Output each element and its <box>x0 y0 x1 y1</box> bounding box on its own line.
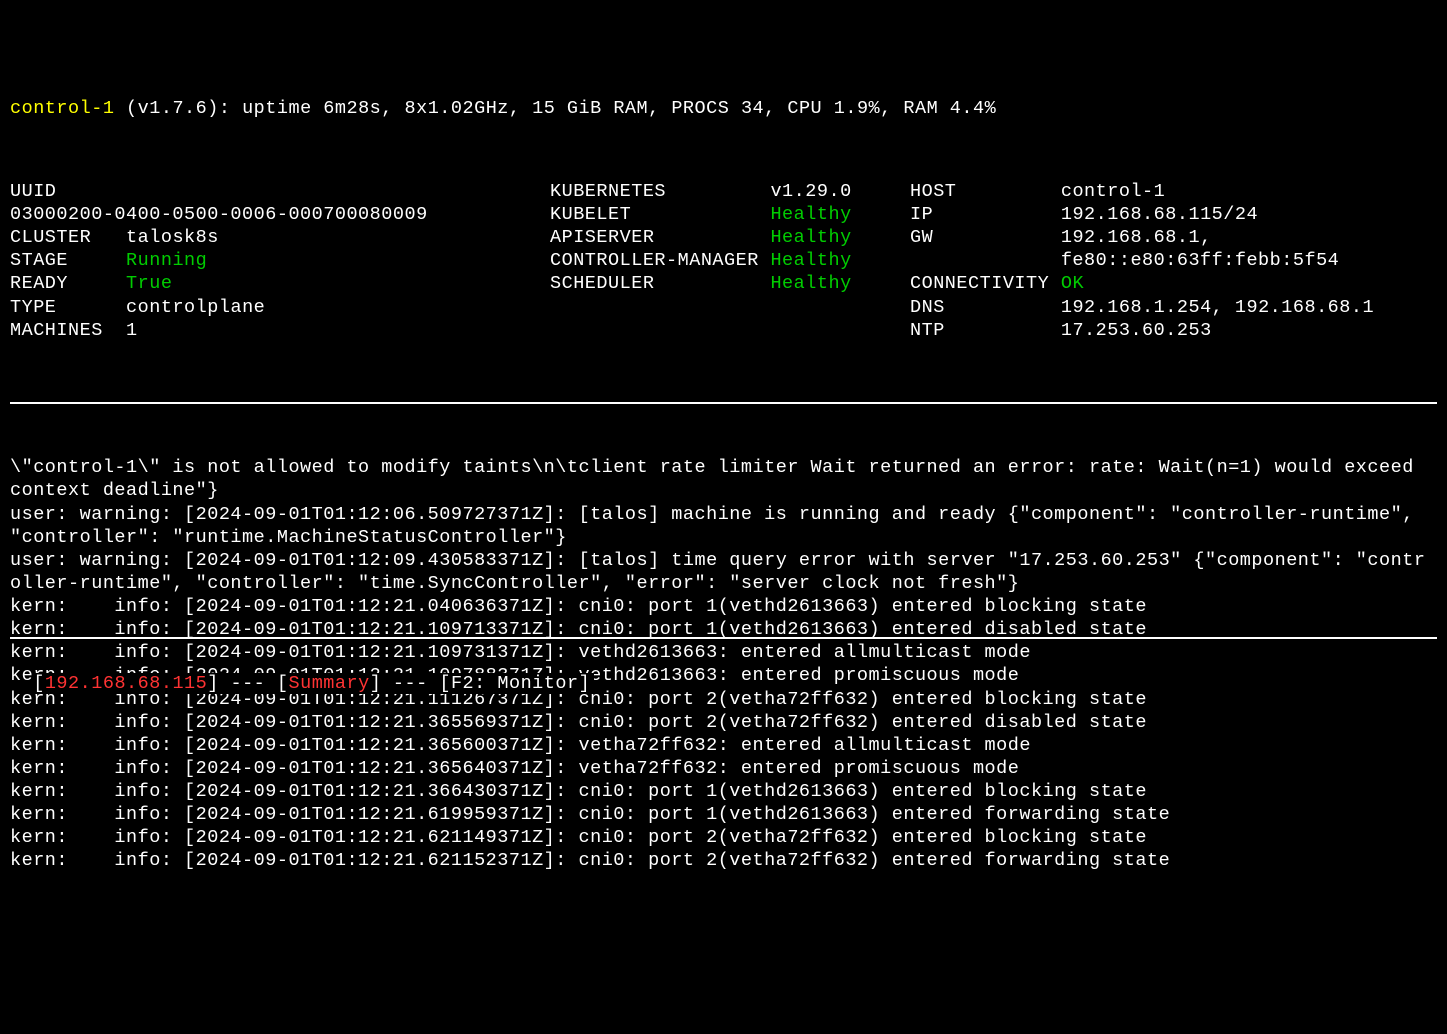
log-line: \"control-1\" is not allowed to modify t… <box>10 457 1425 501</box>
bracket-close: ] <box>579 673 591 694</box>
log-line: kern: info: [2024-09-01T01:12:21.6199593… <box>10 804 1170 825</box>
dns-label: DNS <box>910 297 945 318</box>
gw2-value: fe80::e80:63ff:febb:5f54 <box>1061 250 1339 271</box>
statusbar-ip: 192.168.68.115 <box>45 673 207 694</box>
cluster-value: talosk8s <box>126 227 219 248</box>
tab-summary[interactable]: Summary <box>289 673 370 694</box>
apiserver-label: APISERVER <box>550 227 654 248</box>
scheduler-value: Healthy <box>770 273 851 294</box>
machines-label: MACHINES <box>10 320 103 341</box>
log-line: kern: info: [2024-09-01T01:12:21.6211523… <box>10 850 1170 871</box>
ntp-label: NTP <box>910 320 945 341</box>
divider-line <box>10 402 1437 404</box>
bracket-open: [ <box>439 673 451 694</box>
log-line: kern: info: [2024-09-01T01:12:21.3664303… <box>10 781 1147 802</box>
kubelet-value: Healthy <box>770 204 851 225</box>
gw-value: 192.168.68.1, <box>1061 227 1212 248</box>
conn-label: CONNECTIVITY <box>910 273 1049 294</box>
header-line: control-1 (v1.7.6): uptime 6m28s, 8x1.02… <box>10 97 1437 120</box>
bracket-open: [ <box>277 673 289 694</box>
apiserver-value: Healthy <box>770 227 851 248</box>
stage-label: STAGE <box>10 250 68 271</box>
ip-label: IP <box>910 204 933 225</box>
conn-value: OK <box>1061 273 1084 294</box>
log-line: kern: info: [2024-09-01T01:12:21.3655693… <box>10 712 1147 733</box>
log-line: kern: info: [2024-09-01T01:12:21.0406363… <box>10 596 1147 617</box>
status-columns: UUID 03000200-0400-0500-0006-00070008000… <box>10 180 1437 342</box>
host-label: HOST <box>910 181 956 202</box>
ctrlmgr-label: CONTROLLER-MANAGER <box>550 250 759 271</box>
header-stats: : uptime 6m28s, 8x1.02GHz, 15 GiB RAM, P… <box>219 98 996 119</box>
ready-label: READY <box>10 273 68 294</box>
bracket-close: ] <box>207 673 219 694</box>
kubernetes-value: v1.29.0 <box>770 181 851 202</box>
machines-value: 1 <box>126 320 138 341</box>
log-line: user: warning: [2024-09-01T01:12:06.5097… <box>10 504 1425 548</box>
uuid-label: UUID <box>10 181 56 202</box>
bracket-close: ] <box>370 673 382 694</box>
network-column: HOST control-1 IP 192.168.68.115/24 GW 1… <box>910 180 1437 342</box>
version: (v1.7.6) <box>126 98 219 119</box>
log-line: kern: info: [2024-09-01T01:12:21.6211493… <box>10 827 1147 848</box>
bracket-open: [ <box>33 673 45 694</box>
kubernetes-column: KUBERNETES v1.29.0 KUBELET Healthy APISE… <box>550 180 910 342</box>
dash: --- <box>219 673 277 694</box>
ip-value: 192.168.68.115/24 <box>1061 204 1258 225</box>
log-line: user: warning: [2024-09-01T01:12:09.4305… <box>10 550 1425 594</box>
scheduler-label: SCHEDULER <box>550 273 654 294</box>
ready-value: True <box>126 273 172 294</box>
hostname: control-1 <box>10 98 114 119</box>
machine-column: UUID 03000200-0400-0500-0006-00070008000… <box>10 180 550 342</box>
tab-monitor[interactable]: F2: Monitor <box>451 673 579 694</box>
kubelet-label: KUBELET <box>550 204 631 225</box>
ctrlmgr-value: Healthy <box>770 250 851 271</box>
type-label: TYPE <box>10 297 56 318</box>
dash: --- <box>381 673 439 694</box>
log-line: kern: info: [2024-09-01T01:12:21.3656003… <box>10 735 1031 756</box>
gw-label: GW <box>910 227 933 248</box>
status-bar: [192.168.68.115] --- [Summary] --- [F2: … <box>10 626 1437 695</box>
uuid-value: 03000200-0400-0500-0006-000700080009 <box>10 204 428 225</box>
dns-value: 192.168.1.254, 192.168.68.1 <box>1061 297 1374 318</box>
ntp-value: 17.253.60.253 <box>1061 320 1212 341</box>
host-value: control-1 <box>1061 181 1165 202</box>
kubernetes-label: KUBERNETES <box>550 181 666 202</box>
stage-value: Running <box>126 250 207 271</box>
type-value: controlplane <box>126 297 265 318</box>
log-line: kern: info: [2024-09-01T01:12:21.3656403… <box>10 758 1019 779</box>
cluster-label: CLUSTER <box>10 227 91 248</box>
